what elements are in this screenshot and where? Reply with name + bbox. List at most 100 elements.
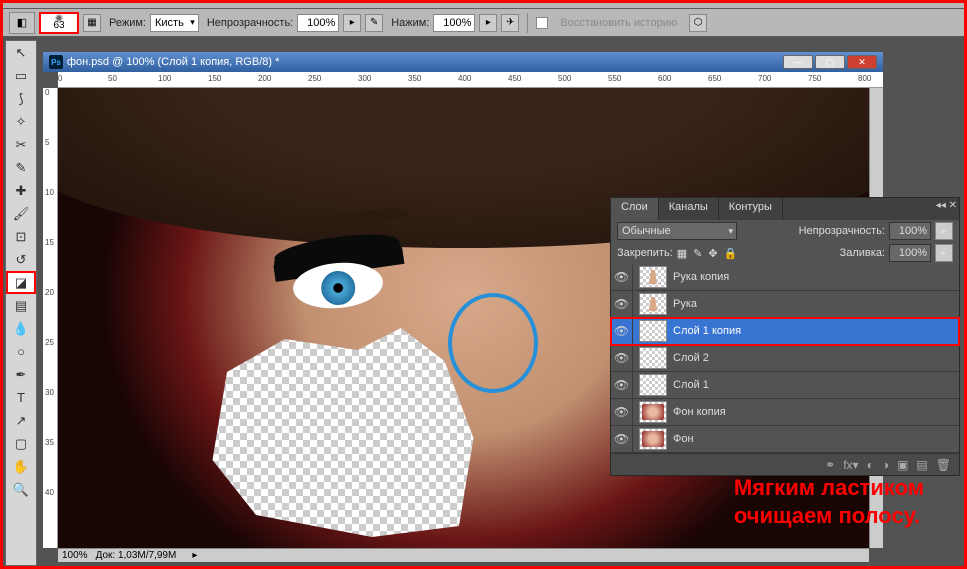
zoom-tool[interactable]: 🔍 [6,478,36,501]
layer-row[interactable]: 👁 Слой 1 копия [611,318,959,345]
eraser-tool-icon[interactable]: ◧ [9,12,35,34]
restore-history-checkbox[interactable] [536,17,548,29]
layer-visibility-icon[interactable]: 👁 [611,372,633,398]
pressure-opacity-icon[interactable]: ✎ [365,14,383,32]
layer-visibility-icon[interactable]: 👁 [611,345,633,371]
mode-select[interactable]: Кисть [150,14,199,32]
layer-row[interactable]: 👁 Фон копия [611,399,959,426]
pressure-size-icon[interactable]: ⬡ [689,14,707,32]
layer-name[interactable]: Слой 1 [673,379,959,391]
maximize-button[interactable]: ▢ [815,55,845,69]
brush-panel-toggle-icon[interactable]: ▦ [83,14,101,32]
ruler-mark: 25 [45,338,54,347]
document-titlebar[interactable]: Ps фон.psd @ 100% (Слой 1 копия, RGB/8) … [43,52,883,72]
layer-thumbnail[interactable] [639,266,667,288]
layer-row[interactable]: 👁 Рука копия [611,264,959,291]
close-button[interactable]: ✕ [847,55,877,69]
vertical-ruler[interactable]: 0510152025303540 [43,88,58,548]
shape-tool[interactable]: ▢ [6,432,36,455]
opacity-slider-icon[interactable]: ▸ [935,222,953,240]
history-brush-tool[interactable]: ↺ [6,248,36,271]
lock-all-icon[interactable]: 🔒 [724,247,738,260]
wand-tool[interactable]: ✧ [6,110,36,133]
layer-name[interactable]: Рука копия [673,271,959,283]
document-title: фон.psd @ 100% (Слой 1 копия, RGB/8) * [67,56,279,68]
panel-tabs: Слои Каналы Контуры [611,198,959,220]
layer-group-icon[interactable]: ▣ [897,458,908,472]
panel-footer: ⚭ fx▾ ◐ ◑ ▣ ▤ 🗑 [611,453,959,475]
layer-row[interactable]: 👁 Фон [611,426,959,453]
toolbox: ↖ ▭ ⟆ ✧ ✂ ✎ ✚ 🖌 ⊡ ↺ ◪ ▤ 💧 ○ ✒ T ↗ ▢ ✋ 🔍 [5,40,37,566]
flow-input[interactable]: 100% [433,14,475,32]
layer-thumbnail[interactable] [639,293,667,315]
layer-visibility-icon[interactable]: 👁 [611,291,633,317]
gradient-tool[interactable]: ▤ [6,294,36,317]
opacity-input[interactable]: 100% [297,14,339,32]
eraser-tool[interactable]: ◪ [6,271,36,294]
fill-input[interactable]: 100% [889,244,931,262]
link-layers-icon[interactable]: ⚭ [825,458,835,472]
path-tool[interactable]: ↗ [6,409,36,432]
layer-name[interactable]: Слой 1 копия [673,325,959,337]
airbrush-icon[interactable]: ✈ [501,14,519,32]
ruler-mark: 30 [45,388,54,397]
status-bar[interactable]: 100% Док: 1,03M/7,99M ▸ [58,548,869,562]
layer-name[interactable]: Рука [673,298,959,310]
ruler-mark: 5 [45,138,49,147]
zoom-level[interactable]: 100% [62,550,88,561]
tab-channels[interactable]: Каналы [659,198,719,220]
delete-layer-icon[interactable]: 🗑 [936,458,951,472]
lock-position-icon[interactable]: ✥ [708,247,717,260]
fill-slider-icon[interactable]: ▸ [935,244,953,262]
layer-thumbnail[interactable] [639,374,667,396]
layer-mask-icon[interactable]: ◐ [867,458,874,472]
layer-row[interactable]: 👁 Слой 2 [611,345,959,372]
layer-visibility-icon[interactable]: 👁 [611,318,633,344]
lock-pixels-icon[interactable]: ✎ [693,247,702,260]
layer-thumbnail[interactable] [639,401,667,423]
heal-tool[interactable]: ✚ [6,179,36,202]
layer-name[interactable]: Слой 2 [673,352,959,364]
ruler-mark: 0 [45,88,49,97]
layer-thumbnail[interactable] [639,428,667,450]
ruler-mark: 550 [608,74,621,83]
flow-flyout-icon[interactable]: ▸ [479,14,497,32]
horizontal-ruler[interactable]: 0501001502002503003504004505005506006507… [58,72,883,88]
layer-row[interactable]: 👁 Слой 1 [611,372,959,399]
blend-mode-select[interactable]: Обычные [617,222,737,240]
minimize-button[interactable]: — [783,55,813,69]
tab-paths[interactable]: Контуры [719,198,783,220]
layer-thumbnail[interactable] [639,320,667,342]
lock-transparent-icon[interactable]: ▦ [677,247,687,260]
ruler-mark: 600 [658,74,671,83]
eyedropper-tool[interactable]: ✎ [6,156,36,179]
layer-name[interactable]: Фон [673,433,959,445]
marquee-tool[interactable]: ▭ [6,64,36,87]
brush-preview[interactable]: 63 [39,12,79,34]
layer-thumbnail[interactable] [639,347,667,369]
hand-tool[interactable]: ✋ [6,455,36,478]
layer-visibility-icon[interactable]: 👁 [611,399,633,425]
pen-tool[interactable]: ✒ [6,363,36,386]
blur-tool[interactable]: 💧 [6,317,36,340]
lasso-tool[interactable]: ⟆ [6,87,36,110]
type-tool[interactable]: T [6,386,36,409]
opacity-flyout-icon[interactable]: ▸ [343,14,361,32]
ruler-mark: 20 [45,288,54,297]
brush-tool[interactable]: 🖌 [6,202,36,225]
layer-row[interactable]: 👁 Рука [611,291,959,318]
layer-fx-icon[interactable]: fx▾ [843,458,858,472]
panel-collapse-icon[interactable]: ◂◂ ✕ [936,200,957,211]
crop-tool[interactable]: ✂ [6,133,36,156]
new-layer-icon[interactable]: ▤ [916,458,927,472]
layer-opacity-input[interactable]: 100% [889,222,931,240]
stamp-tool[interactable]: ⊡ [6,225,36,248]
brush-size-value: 63 [53,21,64,31]
layer-name[interactable]: Фон копия [673,406,959,418]
adjustment-layer-icon[interactable]: ◑ [882,458,889,472]
layer-visibility-icon[interactable]: 👁 [611,426,633,452]
layer-visibility-icon[interactable]: 👁 [611,264,633,290]
move-tool[interactable]: ↖ [6,41,36,64]
dodge-tool[interactable]: ○ [6,340,36,363]
tab-layers[interactable]: Слои [611,198,659,220]
